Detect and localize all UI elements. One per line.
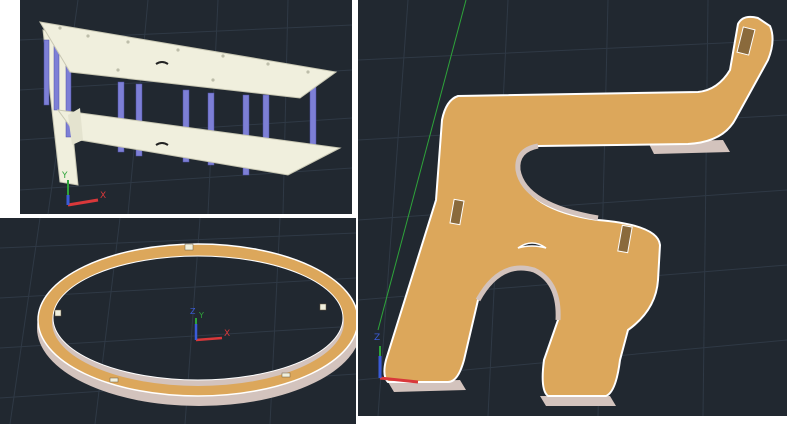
viewport-shelf-assembly[interactable]: X Y: [18, 0, 354, 216]
ucs-x-label: X: [224, 329, 230, 339]
viewport-ring-part[interactable]: X Y Z: [0, 218, 356, 424]
ucs-z-label: Z: [190, 307, 196, 316]
ring-hole: [52, 255, 344, 381]
ring-canvas[interactable]: X Y Z: [0, 218, 356, 424]
shelf-canvas[interactable]: X Y: [18, 0, 354, 216]
chair-canvas[interactable]: Z: [358, 0, 787, 416]
ucs-x-label: X: [100, 191, 106, 201]
ucs-y-label: Y: [61, 171, 68, 181]
ucs-z-label: Z: [374, 333, 380, 343]
viewport-chair-side-panel[interactable]: Z: [358, 0, 787, 416]
ucs-y-label: Y: [198, 311, 204, 320]
